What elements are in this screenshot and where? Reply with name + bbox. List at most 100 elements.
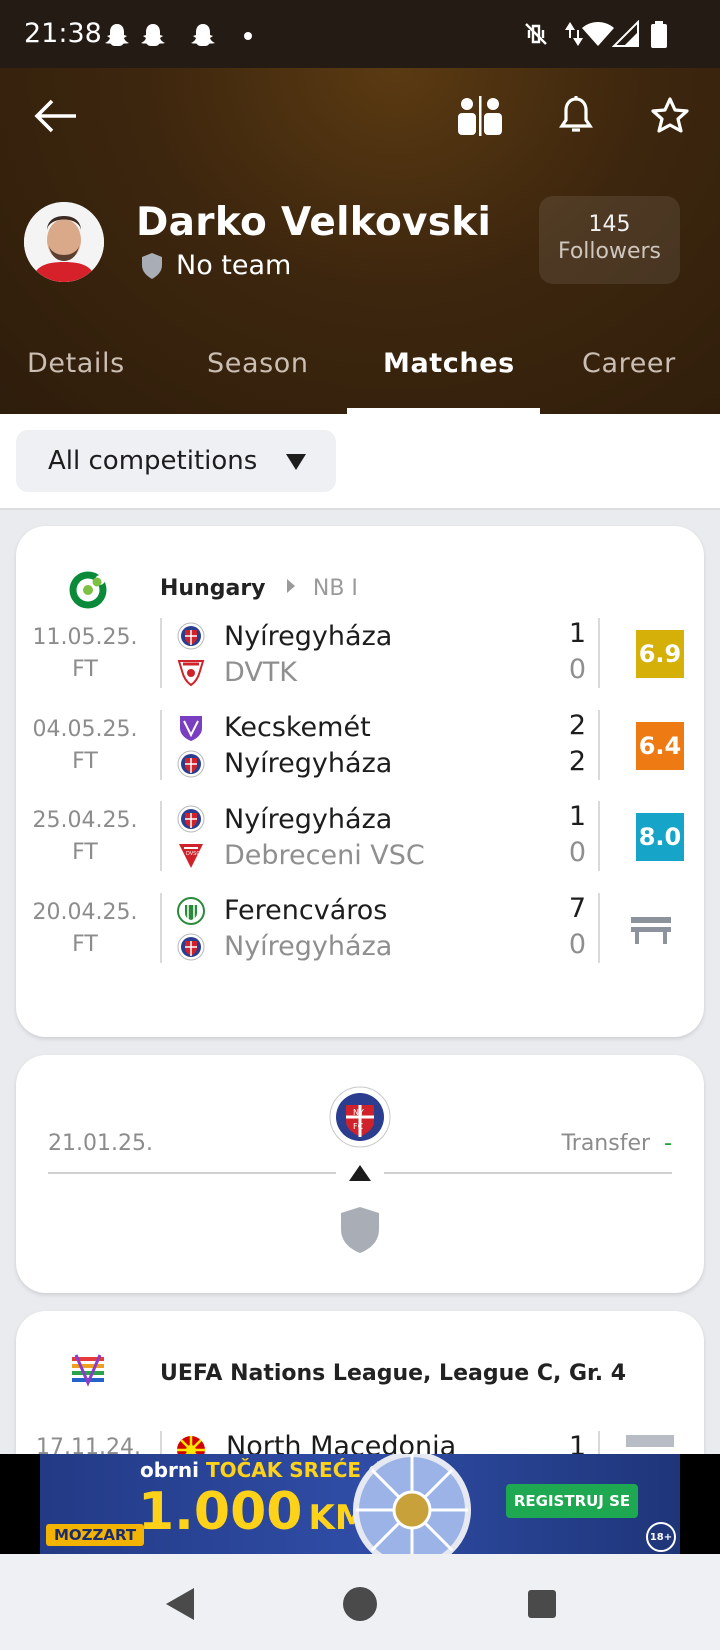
ad-banner-container: obrni TOČAK SREĆE do 1.000KM MOZZART REG… <box>0 1454 720 1554</box>
more-notifications-dot <box>244 32 252 40</box>
league-country: Hungary <box>160 576 266 601</box>
status-bar: 21:38 <box>0 0 720 68</box>
uefa-nations-league-logo-icon <box>72 1354 104 1387</box>
transfer-label: Transfer <box>561 1131 651 1156</box>
player-photo <box>24 202 104 282</box>
away-score: 0 <box>568 654 586 685</box>
transfer-fee: - <box>664 1131 672 1156</box>
team-name: Nyíregyháza <box>224 748 393 779</box>
vibrate-off-icon <box>525 23 547 45</box>
compare-players-icon <box>458 96 502 136</box>
cellular-signal-icon <box>612 20 639 47</box>
caret-down-icon <box>286 454 306 470</box>
status-time: 21:38 <box>24 18 102 49</box>
player-header: Darko Velkovski No team 145 Followers De… <box>0 68 720 414</box>
home-score: 2 <box>568 709 586 741</box>
match-row[interactable]: 20.04.25. FT Ferencváros Nyíregyháza 7 0 <box>16 892 704 989</box>
match-date-value: 25.04.25. <box>32 808 138 833</box>
nyiregyhaza-crest-icon <box>176 804 206 834</box>
star-icon <box>651 97 689 133</box>
back-button[interactable] <box>26 86 86 146</box>
away-score: 0 <box>568 928 586 960</box>
ad-age-badge: 18+ <box>646 1522 676 1552</box>
row-divider <box>598 618 600 688</box>
player-name: Darko Velkovski <box>136 200 492 245</box>
transfer-direction-arrow-icon <box>349 1165 371 1181</box>
competition-filter-label: All competitions <box>48 446 258 476</box>
kecskemet-crest-icon <box>176 713 206 743</box>
svg-text:FC: FC <box>353 1122 364 1131</box>
transfer-date: 21.01.25. <box>48 1131 153 1156</box>
team-name: Ferencváros <box>224 895 388 926</box>
debreceni-vsc-crest-icon: DVSC <box>176 840 206 870</box>
team-name: Debreceni VSC <box>224 839 425 871</box>
match-row[interactable]: 11.05.25. FT Nyíregyháza DVTK 1 0 6.9 <box>16 618 704 714</box>
ad-brand-logo: MOZZART <box>46 1524 145 1546</box>
away-team: Nyíregyháza <box>176 746 392 782</box>
home-score: 1 <box>568 618 586 649</box>
match-row[interactable]: 04.05.25. FT Kecskemét Nyíregyháza 2 2 6.4 <box>16 709 704 806</box>
away-team: Nyíregyháza <box>176 929 392 965</box>
nav-recents-icon[interactable] <box>522 1584 562 1624</box>
timeline-line-left <box>48 1172 336 1174</box>
player-rating-badge: 8.0 <box>636 813 684 861</box>
favorite-button[interactable] <box>640 86 700 146</box>
ad-register-button[interactable]: REGISTRUJ SE <box>506 1484 638 1518</box>
match-row[interactable]: 25.04.25. FT Nyíregyháza DVSC Debreceni VSC 1… <box>16 801 704 897</box>
tab-career[interactable]: Career <box>582 348 676 379</box>
away-score: 0 <box>568 837 586 868</box>
bench-icon <box>631 916 671 944</box>
shield-icon <box>142 252 162 279</box>
notifications-button[interactable] <box>546 86 606 146</box>
row-divider <box>160 801 162 871</box>
followers-badge[interactable]: 145 Followers <box>539 196 680 284</box>
home-team: Kecskemét <box>176 710 371 746</box>
tab-season[interactable]: Season <box>207 348 309 379</box>
compare-button[interactable] <box>450 86 510 146</box>
row-divider <box>160 618 162 688</box>
match-status: FT <box>72 931 98 957</box>
player-rating-badge: 6.9 <box>636 630 684 678</box>
league-header[interactable]: UEFA Nations League, League C, Gr. 4 <box>16 1311 704 1421</box>
player-team: No team <box>140 250 291 281</box>
dvtk-crest-icon <box>176 657 206 687</box>
match-date: 25.04.25. FT <box>20 805 150 869</box>
ad-highlight-text: TOČAK SREĆE <box>205 1458 362 1482</box>
tab-matches[interactable]: Matches <box>383 348 515 379</box>
match-status: FT <box>72 657 98 682</box>
tab-details[interactable]: Details <box>27 348 125 379</box>
followers-count: 145 <box>588 212 631 237</box>
home-team: Ferencváros <box>176 893 387 929</box>
ad-banner[interactable]: obrni TOČAK SREĆE do 1.000KM MOZZART REG… <box>40 1454 680 1554</box>
match-status: FT <box>72 748 98 774</box>
snapchat-notification-icon <box>191 24 215 46</box>
row-divider <box>160 709 162 780</box>
match-date-value: 11.05.25. <box>32 625 138 650</box>
match-date-value: 04.05.25. <box>32 716 138 742</box>
nyiregyhaza-crest-icon <box>176 932 206 962</box>
transfer-card[interactable]: NY FC 21.01.25. Transfer - <box>16 1055 704 1293</box>
nav-back-icon[interactable] <box>160 1584 200 1624</box>
team-name: Kecskemét <box>224 712 371 743</box>
row-divider <box>160 892 162 963</box>
svg-text:DVSC: DVSC <box>186 851 200 857</box>
away-team: DVSC Debreceni VSC <box>176 837 425 873</box>
no-team-shield-icon <box>341 1207 379 1253</box>
home-team: Nyíregyháza <box>176 801 392 837</box>
home-score: 1 <box>568 801 586 832</box>
competition-filter-dropdown[interactable]: All competitions <box>16 430 336 492</box>
row-divider <box>598 801 600 871</box>
row-divider <box>598 709 600 780</box>
league-title: Hungary NB I <box>160 576 358 601</box>
home-team: Nyíregyháza <box>176 618 392 654</box>
bell-icon <box>559 96 593 132</box>
ferencvaros-crest-icon <box>176 896 206 926</box>
team-name: DVTK <box>224 656 297 688</box>
row-divider <box>598 892 600 963</box>
nav-home-icon[interactable] <box>340 1584 380 1624</box>
nyiregyhaza-crest-icon: NY FC <box>329 1086 391 1148</box>
league-name: NB I <box>312 576 358 601</box>
player-rating-badge: 6.4 <box>636 721 684 770</box>
followers-label: Followers <box>557 239 662 264</box>
ad-amount-value: 1.000 <box>138 1482 303 1542</box>
